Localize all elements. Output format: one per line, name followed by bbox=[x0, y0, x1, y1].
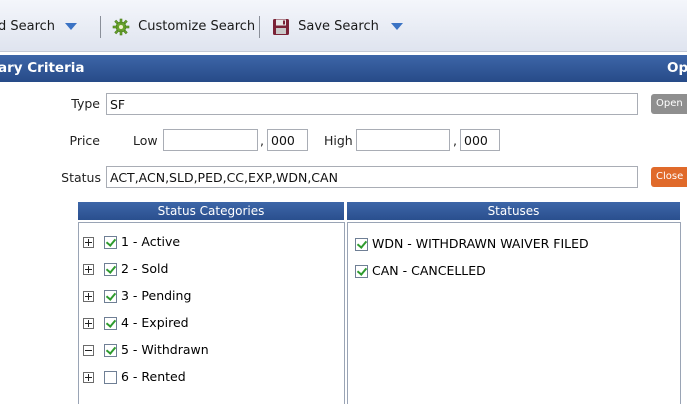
statuses-header: Statuses bbox=[347, 202, 680, 220]
save-search-label: Save Search bbox=[298, 19, 379, 34]
status-categories-header: Status Categories bbox=[78, 202, 344, 220]
plus-box-icon[interactable] bbox=[83, 264, 94, 275]
status-category-label: 5 - Withdrawn bbox=[121, 342, 209, 357]
status-categories-panel: 1 - Active 2 - Sold 3 - Pending 4 - Expi… bbox=[78, 222, 345, 404]
status-category-label: 3 - Pending bbox=[121, 288, 192, 303]
plus-box-icon[interactable] bbox=[83, 318, 94, 329]
status-item[interactable]: CAN - CANCELLED bbox=[355, 262, 486, 280]
category-checkbox[interactable] bbox=[104, 236, 117, 249]
search-menu-button[interactable]: d Search bbox=[0, 17, 78, 37]
category-checkbox[interactable] bbox=[104, 263, 117, 276]
section-title: ary Criteria bbox=[0, 60, 85, 76]
status-item[interactable]: WDN - WITHDRAWN WAIVER FILED bbox=[355, 235, 589, 253]
status-category-item[interactable]: 3 - Pending bbox=[83, 287, 191, 305]
category-checkbox[interactable] bbox=[104, 290, 117, 303]
price-high-label: High bbox=[324, 133, 353, 148]
section-header: ary Criteria Op bbox=[0, 55, 687, 82]
price-high-input[interactable] bbox=[356, 129, 450, 151]
category-checkbox[interactable] bbox=[104, 317, 117, 330]
customize-search-button[interactable]: Customize Search bbox=[112, 17, 255, 37]
status-category-label: 1 - Active bbox=[121, 234, 181, 249]
price-label: Price bbox=[69, 133, 101, 148]
toolbar-divider bbox=[259, 16, 260, 38]
status-checkbox[interactable] bbox=[355, 238, 368, 251]
status-item-label: CAN - CANCELLED bbox=[372, 263, 486, 278]
search-toolbar: d Search Customize Search Save Search bbox=[0, 0, 687, 52]
status-label: Status bbox=[61, 170, 101, 185]
status-category-item[interactable]: 4 - Expired bbox=[83, 314, 189, 332]
save-search-button[interactable]: Save Search bbox=[272, 17, 403, 37]
close-button[interactable]: Close bbox=[651, 167, 687, 187]
chevron-down-icon[interactable] bbox=[65, 23, 78, 30]
status-category-label: 2 - Sold bbox=[121, 261, 169, 276]
search-menu-label: d Search bbox=[0, 19, 56, 34]
status-category-item[interactable]: 5 - Withdrawn bbox=[83, 341, 209, 359]
price-low-separator: , bbox=[260, 133, 264, 148]
price-high-suffix: 000 bbox=[460, 129, 500, 151]
status-category-item[interactable]: 1 - Active bbox=[83, 233, 180, 251]
open-button[interactable]: Open bbox=[651, 94, 687, 114]
price-low-input[interactable] bbox=[163, 129, 258, 151]
minus-box-icon[interactable] bbox=[83, 345, 94, 356]
chevron-down-icon[interactable] bbox=[391, 23, 403, 30]
category-checkbox[interactable] bbox=[104, 344, 117, 357]
type-field[interactable]: SF bbox=[106, 93, 638, 115]
section-title-right: Op bbox=[667, 60, 687, 76]
status-checkbox[interactable] bbox=[355, 265, 368, 278]
statuses-panel: WDN - WITHDRAWN WAIVER FILED CAN - CANCE… bbox=[347, 222, 681, 404]
price-low-label: Low bbox=[133, 133, 158, 148]
price-low-suffix: 000 bbox=[267, 129, 308, 151]
plus-box-icon[interactable] bbox=[83, 237, 94, 248]
price-high-separator: , bbox=[453, 133, 457, 148]
gear-icon bbox=[112, 18, 130, 36]
status-item-label: WDN - WITHDRAWN WAIVER FILED bbox=[372, 236, 589, 251]
plus-box-icon[interactable] bbox=[83, 372, 94, 383]
plus-box-icon[interactable] bbox=[83, 291, 94, 302]
status-category-label: 6 - Rented bbox=[121, 369, 186, 384]
toolbar-divider bbox=[100, 16, 101, 38]
status-category-item[interactable]: 6 - Rented bbox=[83, 368, 186, 386]
floppy-disk-icon bbox=[272, 18, 290, 36]
type-label: Type bbox=[71, 96, 100, 111]
status-field[interactable]: ACT,ACN,SLD,PED,CC,EXP,WDN,CAN bbox=[106, 166, 638, 188]
customize-search-label: Customize Search bbox=[138, 19, 256, 34]
status-category-label: 4 - Expired bbox=[121, 315, 189, 330]
status-category-item[interactable]: 2 - Sold bbox=[83, 260, 168, 278]
category-checkbox[interactable] bbox=[104, 371, 117, 384]
